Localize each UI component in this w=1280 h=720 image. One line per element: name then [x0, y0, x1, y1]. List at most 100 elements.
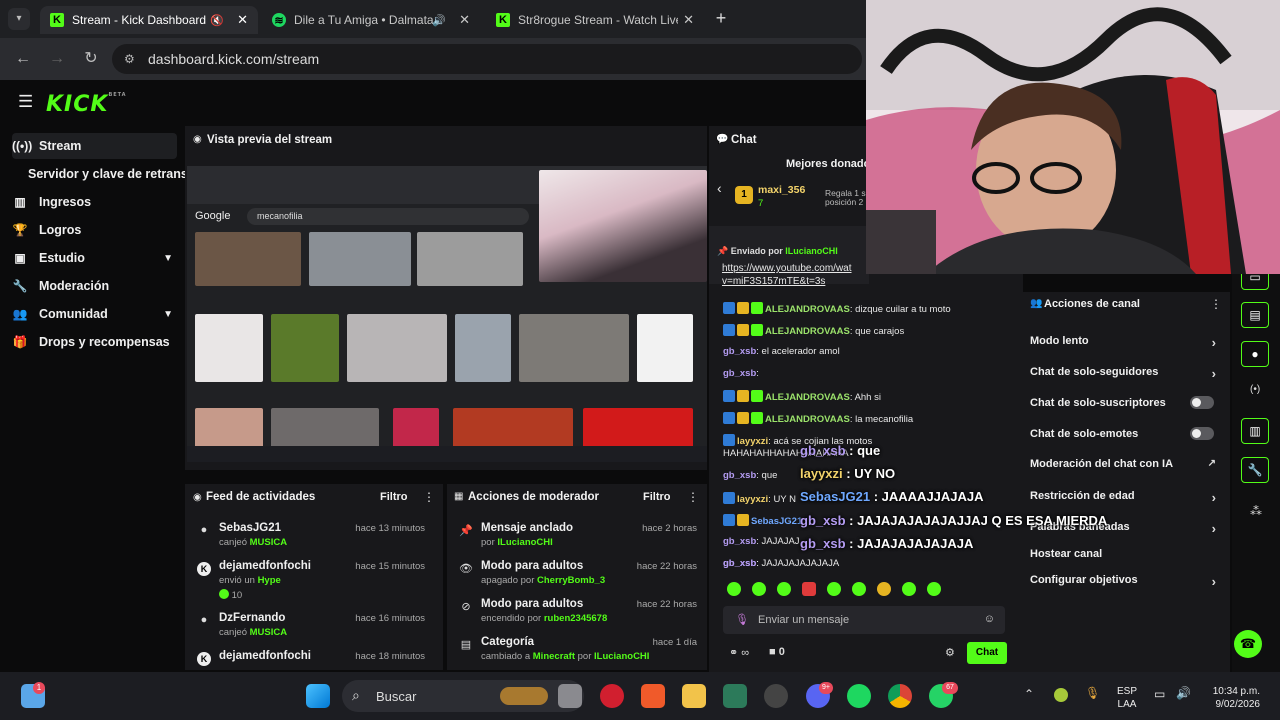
pinned-user[interactable]: ILucianoCHI [785, 246, 838, 256]
kick-logo[interactable]: KICKBETA [46, 92, 127, 117]
reload-icon[interactable]: ↻ [80, 48, 102, 70]
tab-search-icon[interactable]: ▾ [8, 8, 30, 30]
chat-username[interactable]: gb_xsb [723, 536, 756, 547]
chat-username[interactable]: ALEJANDROVAAS [765, 326, 850, 337]
chat-username[interactable]: ALEJANDROVAAS [765, 304, 850, 315]
sidebar-item-community[interactable]: 👥 Comunidad ▼ [12, 301, 177, 327]
emote-icon[interactable] [927, 582, 941, 596]
volume-icon[interactable]: 🔊 [1176, 686, 1191, 700]
sidebar-item-achievements[interactable]: 🏆 Logros [12, 217, 177, 243]
chat-username[interactable]: layyxzi [737, 494, 768, 505]
task-view-icon[interactable] [558, 684, 582, 708]
chat-username[interactable]: ALEJANDROVAAS [765, 414, 850, 425]
opera-icon[interactable] [600, 684, 624, 708]
broadcast-icon[interactable]: (•) [1250, 384, 1260, 395]
tab-spotify[interactable]: ≋ Dile a Tu Amiga • Dalmata 🔊 ✕ [262, 6, 480, 34]
mod-action-user[interactable]: ILucianoCHI [594, 651, 649, 662]
emote-icon[interactable] [777, 582, 791, 596]
tab-str8rogue[interactable]: K Str8rogue Stream - Watch Live ✕ [486, 6, 704, 34]
site-settings-icon[interactable]: ⚙ [124, 52, 135, 66]
emote-icon[interactable] [727, 582, 741, 596]
wrench-icon[interactable]: 🔧 [1241, 457, 1269, 483]
chat-username[interactable]: layyxzi [737, 436, 768, 447]
settings-gear-icon[interactable]: ⚙ [945, 646, 955, 659]
chevron-left-icon[interactable]: ‹ [717, 180, 722, 196]
feed-user[interactable]: dejamedfonfochi [219, 650, 311, 662]
stream-preview-video[interactable]: Google mecanofilia [187, 166, 707, 462]
support-chat-icon[interactable]: ☎ [1234, 630, 1262, 658]
brave-icon[interactable] [641, 684, 665, 708]
chat-bubble-icon[interactable]: ● [1241, 341, 1269, 367]
chat-users-icon[interactable]: ⚭ ∞ [729, 646, 749, 659]
mod-action-user[interactable]: ruben2345678 [544, 613, 607, 624]
feed-filter-button[interactable]: Filtro [380, 491, 408, 503]
muted-speaker-icon[interactable]: 🔇 [210, 14, 224, 27]
forward-arrow-icon[interactable]: → [46, 48, 68, 70]
pinned-link[interactable]: https://www.youtube.com/wat [722, 263, 852, 274]
send-chat-button[interactable]: Chat [967, 642, 1007, 664]
hamburger-menu-icon[interactable]: ☰ [18, 92, 33, 112]
mod-filter-button[interactable]: Filtro [643, 491, 671, 503]
notes-icon[interactable]: ▤ [1241, 302, 1269, 328]
feed-user[interactable]: dejamedfonfochi [219, 560, 311, 572]
address-bar[interactable]: ⚙ dashboard.kick.com/stream [112, 44, 862, 74]
chat-input[interactable]: 🎙 Enviar un mensaje ☺ [723, 606, 1005, 634]
mod-action-user[interactable]: ILucianoCHI [497, 537, 552, 548]
microphone-icon[interactable]: 🎙 [1085, 686, 1100, 700]
emote-icon[interactable] [902, 582, 916, 596]
chat-username[interactable]: gb_xsb [723, 558, 756, 569]
action-age-restriction[interactable]: Restricción de edad › [1030, 490, 1222, 505]
chevron-up-icon[interactable]: ⌃ [1024, 687, 1034, 701]
emote-icon[interactable] [877, 582, 891, 596]
emoji-icon[interactable]: ☺ [984, 613, 995, 625]
obs-icon[interactable] [764, 684, 788, 708]
network-icon[interactable]: ▭ [1154, 687, 1165, 701]
emotes-only-toggle[interactable] [1190, 427, 1214, 440]
emote-icon[interactable] [752, 582, 766, 596]
mod-action-user[interactable]: CherryBomb_3 [537, 575, 605, 586]
subscribers-only-toggle[interactable] [1190, 396, 1214, 409]
chat-username[interactable]: gb_xsb [723, 368, 756, 379]
chat-username[interactable]: SebasJG21 [751, 516, 802, 527]
microphone-icon[interactable]: 🎙 [735, 613, 749, 626]
feed-user[interactable]: SebasJG21 [219, 522, 281, 534]
donor-name[interactable]: maxi_356 [758, 184, 805, 196]
share-icon[interactable]: ⁂ [1250, 504, 1262, 518]
action-followers-only[interactable]: Chat de solo-seguidores › [1030, 366, 1222, 381]
sidebar-item-income[interactable]: ▥ Ingresos [12, 189, 177, 215]
action-host-channel[interactable]: Hostear canal [1030, 548, 1222, 560]
tab-kick-dashboard[interactable]: K Stream - Kick Dashboard 🔇 ✕ [40, 6, 258, 34]
language-indicator[interactable]: ESP LAA [1117, 685, 1137, 711]
emote-icon[interactable] [802, 582, 816, 596]
taskbar-search[interactable]: ⌕ Buscar [342, 680, 584, 712]
windows-start-icon[interactable] [306, 684, 330, 708]
close-tab-icon[interactable]: ✕ [683, 12, 694, 28]
action-slow-mode[interactable]: Modo lento › [1030, 335, 1222, 350]
tray-app-icon[interactable] [1054, 688, 1068, 702]
new-tab-icon[interactable]: + [710, 7, 732, 29]
emote-icon[interactable] [852, 582, 866, 596]
chrome-icon[interactable] [888, 684, 912, 708]
action-ai-moderation[interactable]: Moderación del chat con IA ↗ [1030, 458, 1222, 470]
chat-username[interactable]: gb_xsb [723, 346, 756, 357]
app-icon[interactable] [723, 684, 747, 708]
pinned-link[interactable]: v=miF3S157mTE&t=3s [722, 276, 825, 287]
layout-icon[interactable]: ▥ [1241, 418, 1269, 444]
more-options-icon[interactable]: ⋮ [687, 490, 699, 504]
chat-username[interactable]: gb_xsb [723, 470, 756, 481]
sidebar-item-server-key[interactable]: Servidor y clave de retransm [28, 161, 199, 187]
chat-username[interactable]: ALEJANDROVAAS [765, 392, 850, 403]
close-tab-icon[interactable]: ✕ [459, 12, 470, 28]
action-configure-goals[interactable]: Configurar objetivos › [1030, 574, 1222, 589]
more-options-icon[interactable]: ⋮ [1210, 297, 1222, 311]
close-tab-icon[interactable]: ✕ [237, 12, 248, 28]
feed-user[interactable]: DzFernando [219, 612, 285, 624]
back-arrow-icon[interactable]: ← [12, 48, 34, 70]
sidebar-item-drops[interactable]: 🎁 Drops y recompensas [12, 329, 177, 355]
more-options-icon[interactable]: ⋮ [423, 490, 435, 504]
spotify-icon[interactable] [847, 684, 871, 708]
clock[interactable]: 10:34 p.m. 9/02/2026 [1204, 685, 1260, 711]
mod-action-category[interactable]: Minecraft [533, 651, 575, 662]
sidebar-item-moderation[interactable]: 🔧 Moderación [12, 273, 177, 299]
sidebar-item-stream[interactable]: ((•)) Stream [12, 133, 177, 159]
